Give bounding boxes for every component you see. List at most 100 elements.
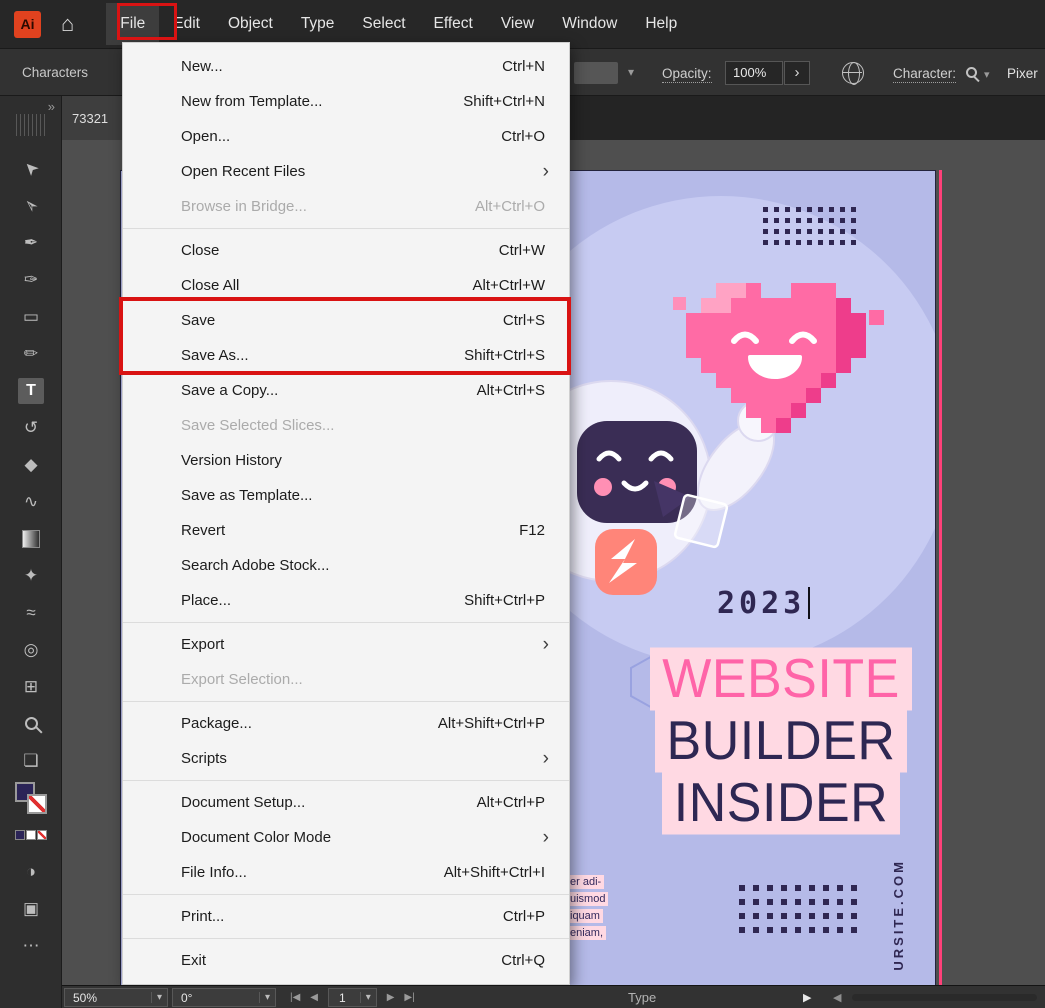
menu-item-save-as[interactable]: Save As...Shift+Ctrl+S xyxy=(123,338,569,373)
zoom-tool[interactable] xyxy=(0,705,62,742)
type-tool[interactable]: T xyxy=(0,372,62,409)
menu-object[interactable]: Object xyxy=(214,3,287,45)
menu-type[interactable]: Type xyxy=(287,3,349,45)
menu-edit[interactable]: Edit xyxy=(159,3,214,45)
horizontal-scrollbar[interactable] xyxy=(852,994,1037,1001)
artboard-number-input[interactable]: 1 ▾ xyxy=(328,988,377,1007)
poster-title-block[interactable]: WEBSITEBUILDERINSIDER xyxy=(641,649,921,833)
eyedropper-tool[interactable]: ✦ xyxy=(0,557,62,594)
next-artboard-button[interactable]: ▶ xyxy=(387,992,395,1003)
scroll-left-icon[interactable]: ◀ xyxy=(833,991,841,1004)
opacity-input[interactable]: 100% xyxy=(725,61,783,85)
characters-panel-label[interactable]: Characters xyxy=(22,65,88,80)
opacity-dropdown-button[interactable]: › xyxy=(784,61,810,85)
fill-stroke-swatch[interactable] xyxy=(0,779,62,816)
menu-item-close-all[interactable]: Close AllAlt+Ctrl+W xyxy=(123,268,569,303)
direct-selection-tool[interactable]: ➢ xyxy=(0,187,62,224)
menu-item-place[interactable]: Place...Shift+Ctrl+P xyxy=(123,583,569,618)
home-icon[interactable]: ⌂ xyxy=(61,13,74,35)
shaper-tool[interactable]: ∿ xyxy=(0,483,62,520)
menu-item-open[interactable]: Open...Ctrl+O xyxy=(123,119,569,154)
menu-item-save-as-template[interactable]: Save as Template... xyxy=(123,478,569,513)
menu-item-export[interactable]: Export› xyxy=(123,627,569,662)
selection-tool[interactable]: ➤ xyxy=(0,150,62,187)
rotation-select[interactable]: 0° ▾ xyxy=(172,988,276,1007)
artboard-highlight-line xyxy=(939,170,942,985)
menu-item-export-selection: Export Selection... xyxy=(123,662,569,697)
menu-item-package[interactable]: Package...Alt+Shift+Ctrl+P xyxy=(123,706,569,741)
menu-item-document-setup[interactable]: Document Setup...Alt+Ctrl+P xyxy=(123,785,569,820)
menu-window[interactable]: Window xyxy=(548,3,631,45)
menu-item-new[interactable]: New...Ctrl+N xyxy=(123,49,569,84)
symbol-sprayer-tool[interactable]: ◎ xyxy=(0,631,62,668)
document-tab-label: 73321 xyxy=(72,111,108,126)
lorem-snippet: er adi- xyxy=(567,875,604,889)
zoom-level-value: 50% xyxy=(65,991,151,1005)
first-artboard-button[interactable]: |◀ xyxy=(290,992,300,1003)
warp-tool[interactable]: ≈ xyxy=(0,594,62,631)
menu-item-revert[interactable]: RevertF12 xyxy=(123,513,569,548)
menu-item-save-a-copy[interactable]: Save a Copy...Alt+Ctrl+S xyxy=(123,373,569,408)
lorem-snippet: uismod xyxy=(567,892,608,906)
artboard-tool[interactable]: ⊞ xyxy=(0,668,62,705)
chevron-down-icon[interactable]: ▾ xyxy=(984,68,990,81)
globe-icon[interactable] xyxy=(842,62,864,84)
zoom-level-select[interactable]: 50% ▾ xyxy=(64,988,168,1007)
draw-mode-toggle[interactable]: ❏ xyxy=(0,742,62,779)
menubar-items: FileEditObjectTypeSelectEffectViewWindow… xyxy=(106,3,691,45)
prev-artboard-button[interactable]: ◀ xyxy=(310,992,318,1003)
submenu-arrow-icon: › xyxy=(543,828,549,847)
shape-tool[interactable]: ◑ xyxy=(0,853,62,890)
menu-select[interactable]: Select xyxy=(348,3,419,45)
eraser-tool[interactable]: ◆ xyxy=(0,446,62,483)
lorem-snippet: eniam, xyxy=(567,926,606,940)
menu-item-new-from-template[interactable]: New from Template...Shift+Ctrl+N xyxy=(123,84,569,119)
menu-item-search-adobe-stock[interactable]: Search Adobe Stock... xyxy=(123,548,569,583)
font-name-value[interactable]: Pixer xyxy=(1007,66,1038,81)
menu-item-close[interactable]: CloseCtrl+W xyxy=(123,233,569,268)
color-strip[interactable] xyxy=(0,816,62,853)
poster-title-line-website[interactable]: WEBSITE xyxy=(650,648,912,711)
curvature-tool[interactable]: ✑ xyxy=(0,261,62,298)
poster-year-text[interactable]: 2023 xyxy=(717,586,810,621)
menu-item-browse-in-bridge: Browse in Bridge...Alt+Ctrl+O xyxy=(123,189,569,224)
menu-effect[interactable]: Effect xyxy=(420,3,487,45)
menu-item-print[interactable]: Print...Ctrl+P xyxy=(123,899,569,934)
submenu-arrow-icon: › xyxy=(543,749,549,768)
pen-tool[interactable]: ✒ xyxy=(0,224,62,261)
menu-separator xyxy=(123,622,569,623)
menu-separator xyxy=(123,938,569,939)
menu-file[interactable]: File xyxy=(106,3,159,45)
character-label[interactable]: Character: xyxy=(893,66,956,83)
font-search-icon[interactable] xyxy=(966,67,977,78)
menu-item-version-history[interactable]: Version History xyxy=(123,443,569,478)
menu-item-file-info[interactable]: File Info...Alt+Shift+Ctrl+I xyxy=(123,855,569,890)
submenu-arrow-icon: › xyxy=(543,162,549,181)
menu-item-exit[interactable]: ExitCtrl+Q xyxy=(123,943,569,978)
menu-item-scripts[interactable]: Scripts› xyxy=(123,741,569,776)
collapse-panel-icon[interactable]: » xyxy=(48,99,55,114)
menu-separator xyxy=(123,701,569,702)
last-artboard-button[interactable]: ▶| xyxy=(404,992,414,1003)
gradient-tool[interactable] xyxy=(0,520,62,557)
rotate-tool[interactable]: ↺ xyxy=(0,409,62,446)
scroll-right-icon[interactable]: ▶ xyxy=(803,991,811,1004)
menu-help[interactable]: Help xyxy=(631,3,691,45)
menu-view[interactable]: View xyxy=(487,3,548,45)
tools-list: ➤➢✒✑▭✏T↺◆∿ ✦≈◎⊞ ❏ ◑▣⋯ xyxy=(0,150,62,964)
menu-item-open-recent-files[interactable]: Open Recent Files› xyxy=(123,154,569,189)
poster-side-text[interactable]: URSITE.COM xyxy=(891,859,906,971)
menu-item-save[interactable]: SaveCtrl+S xyxy=(123,303,569,338)
poster-title-line-insider[interactable]: INSIDER xyxy=(662,772,900,835)
menu-item-document-color-mode[interactable]: Document Color Mode› xyxy=(123,820,569,855)
paintbrush-tool[interactable]: ✏ xyxy=(0,335,62,372)
illustrator-logo-icon: Ai xyxy=(14,11,41,38)
illustrator-window: Ai ⌂ FileEditObjectTypeSelectEffectViewW… xyxy=(0,0,1045,1008)
more-tools[interactable]: ⋯ xyxy=(0,927,62,964)
poster-title-line-builder[interactable]: BUILDER xyxy=(655,710,908,773)
rotation-value: 0° xyxy=(173,991,259,1005)
pixel-heart[interactable] xyxy=(686,283,866,433)
artboards-icon[interactable]: ▣ xyxy=(0,890,62,927)
opacity-label[interactable]: Opacity: xyxy=(662,66,712,83)
rectangle-tool[interactable]: ▭ xyxy=(0,298,62,335)
